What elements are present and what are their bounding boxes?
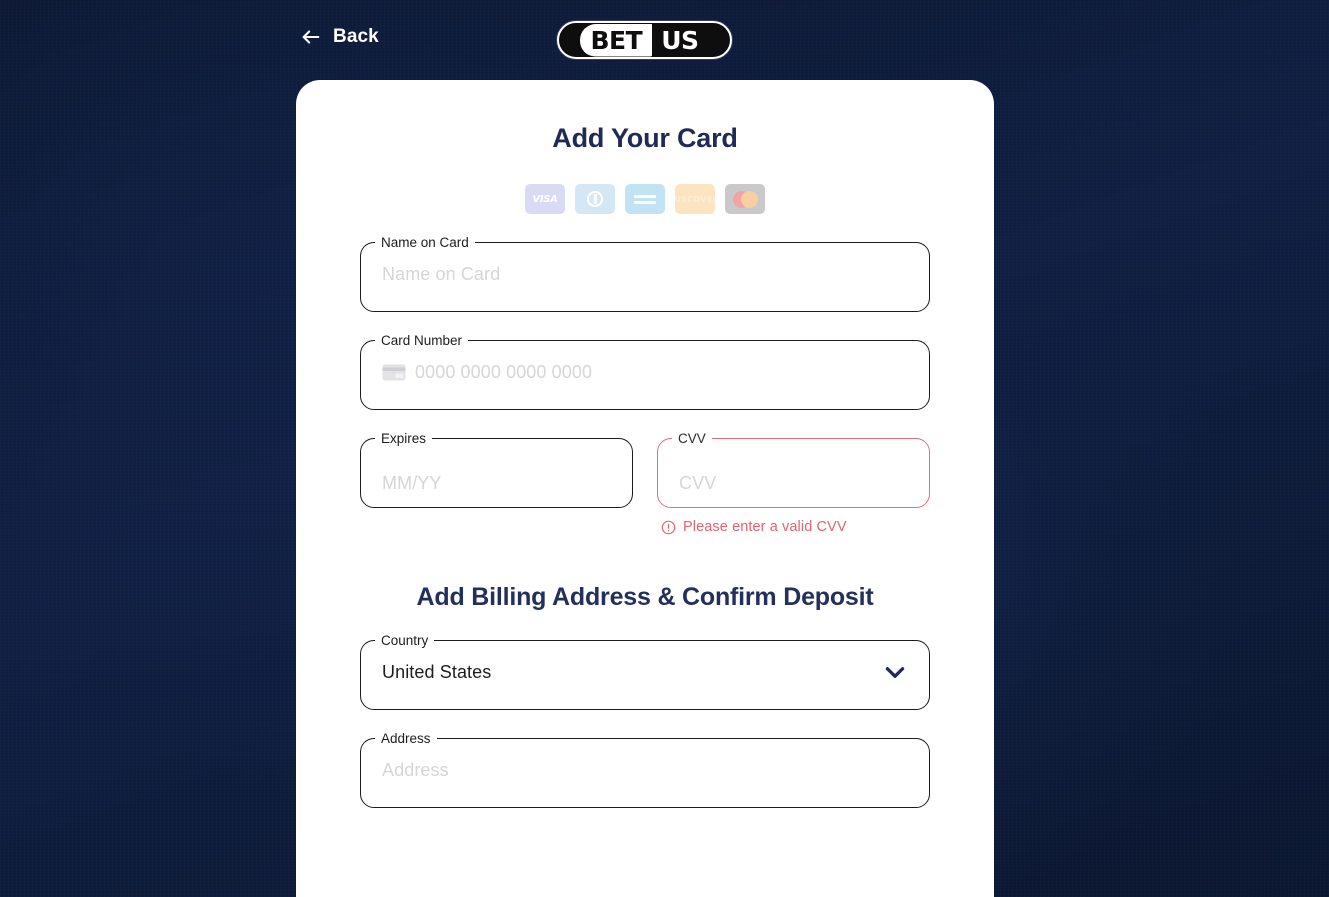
accepted-cards-row: VISA DISCOVER (296, 184, 994, 214)
credit-card-icon (382, 364, 406, 381)
country-value: United States (382, 661, 492, 682)
visa-icon: VISA (525, 184, 565, 214)
expires-body[interactable]: MM/YY (360, 432, 633, 535)
name-on-card-placeholder: Name on Card (382, 263, 501, 284)
arrow-left-icon (300, 26, 322, 48)
betus-logo[interactable]: BET US (557, 21, 732, 59)
expires-placeholder: MM/YY (382, 473, 442, 493)
payment-card-panel: Add Your Card VISA DISCOVER (296, 80, 994, 897)
amex-icon (625, 184, 665, 214)
betus-logo-us: US (661, 25, 699, 55)
betus-logo-inner: BET US (579, 23, 710, 57)
amex-bar-top (634, 195, 656, 198)
mastercard-icon (725, 184, 765, 214)
payment-card-scroll[interactable]: Add Your Card VISA DISCOVER (296, 80, 994, 897)
visa-label: VISA (532, 193, 558, 205)
page-title: Add Your Card (552, 123, 738, 153)
card-number-placeholder: 0000 0000 0000 0000 (415, 361, 593, 382)
expires-cvv-row: Expires MM/YY CVV CVV Please enter a val… (360, 432, 930, 535)
diners-club-icon (575, 184, 615, 214)
discover-label: DISCOVER (675, 194, 715, 204)
diners-club-ring (587, 191, 603, 207)
field-cvv[interactable]: CVV CVV Please enter a valid CVV (657, 432, 930, 535)
name-on-card-body[interactable]: Name on Card (360, 236, 930, 312)
cvv-placeholder: CVV (679, 473, 717, 493)
card-number-body[interactable]: 0000 0000 0000 0000 (360, 334, 930, 410)
mastercard-circle-right (741, 191, 758, 208)
discover-icon: DISCOVER (675, 184, 715, 214)
cvv-body[interactable]: CVV (657, 432, 930, 535)
amex-bar-bottom (634, 201, 656, 204)
field-country[interactable]: Country United States (360, 634, 930, 710)
back-label: Back (333, 26, 379, 47)
address-placeholder: Address (382, 759, 449, 780)
card-form: Name on Card Name on Card Card Number 00… (296, 236, 994, 808)
field-name-on-card[interactable]: Name on Card Name on Card (360, 236, 930, 312)
back-button[interactable]: Back (300, 26, 379, 48)
betus-logo-bet: BET (579, 23, 653, 57)
top-bar: Back BET US (0, 0, 1329, 80)
field-card-number[interactable]: Card Number 0000 0000 0000 0000 (360, 334, 930, 410)
address-body[interactable]: Address (360, 732, 930, 808)
field-address[interactable]: Address Address (360, 732, 930, 808)
country-body[interactable]: United States (360, 634, 930, 710)
billing-section-title: Add Billing Address & Confirm Deposit (416, 583, 874, 611)
field-expires[interactable]: Expires MM/YY (360, 432, 633, 535)
